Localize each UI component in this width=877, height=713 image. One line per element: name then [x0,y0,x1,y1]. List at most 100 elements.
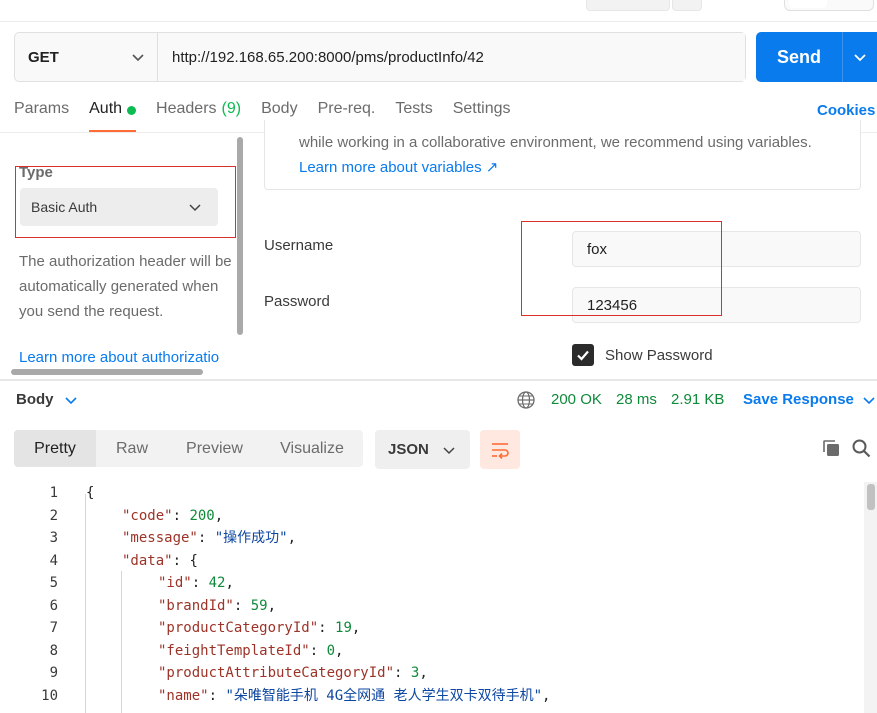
format-value: JSON [388,441,429,458]
code-line: 9 "productAttributeCategoryId": 3, [0,662,860,684]
json-value: { [189,552,198,569]
learn-more-authorization-link[interactable]: Learn more about authorizatio [19,349,234,366]
wrap-lines-button[interactable] [480,430,520,469]
json-value: 200 [189,507,215,524]
info-message: while working in a collaborative environ… [299,134,812,151]
window-top-strip [0,0,877,22]
json-value: 3 [410,665,420,681]
left-panel-vertical-scrollbar[interactable] [237,137,243,335]
tab-headers[interactable]: Headers (9) [156,100,241,128]
code-text: "data": { [122,552,198,569]
tab-auth[interactable]: Auth [89,100,137,132]
editor-scroll-thumb[interactable] [867,484,875,510]
top-toolbar-button[interactable] [586,0,670,11]
view-visualize[interactable]: Visualize [261,430,363,467]
json-key: "name" [158,687,209,704]
code-line: 6 "brandId": 59, [0,595,860,617]
line-number: 3 [49,530,58,546]
globe-icon[interactable] [516,390,536,410]
active-indicator-dot [127,106,137,115]
response-size[interactable]: 2.91 KB [671,391,724,408]
tab-label: Auth [89,100,123,117]
json-key: "productCategoryId" [158,620,319,636]
cookies-link[interactable]: Cookies [817,102,875,119]
chevron-down-icon [854,54,866,62]
view-raw[interactable]: Raw [96,430,168,467]
editor-scrollbar[interactable] [864,482,877,713]
show-password-checkbox[interactable] [572,344,594,366]
username-label: Username [264,237,334,254]
response-view-tabs: Pretty Raw Preview Visualize [14,430,363,467]
response-code-editor[interactable]: 1{2 "code": 200, 3 "message": "操作成功", 4 "data… [0,482,877,713]
code-text: "feightTemplateId": 0, [158,642,344,659]
line-number: 8 [49,642,58,659]
send-label: Send [776,46,821,67]
tab-label: Params [14,100,70,117]
code-text: "brandId": 59, [158,597,277,614]
line-number: 6 [49,597,58,614]
json-key: "id" [158,575,192,591]
top-toggle[interactable] [784,0,874,11]
tab-label: Settings [452,100,511,117]
save-response-label: Save Response [743,391,854,408]
view-preview[interactable]: Preview [168,430,261,467]
indent-guide [121,571,122,713]
panel-resize-handle[interactable] [0,379,877,381]
info-text: while working in a collaborative environ… [299,130,839,180]
response-time[interactable]: 28 ms [616,391,657,408]
annotation-box-type [15,166,236,238]
search-icon[interactable] [851,438,871,458]
line-number: 4 [49,552,58,569]
top-toolbar-button[interactable] [672,0,702,11]
copy-icon[interactable] [821,438,841,458]
tab-params[interactable]: Params [14,100,69,128]
chevron-down-icon [863,396,875,404]
method-select[interactable]: GET [15,33,158,81]
tab-label: Pre-req. [317,100,376,117]
code-line: 4 "data": { [0,550,860,572]
line-number: 10 [41,687,58,704]
wrap-lines-icon [492,442,509,459]
json-key: "productAttributeCategoryId" [158,665,395,681]
json-value: 59 [250,597,268,614]
headers-count: (9) [221,100,242,117]
show-password-label[interactable]: Show Password [605,347,713,364]
line-number: 5 [49,575,58,591]
code-text: "name": "朵唯智能手机 4G全网通 老人学生双卡双待手机", [158,687,551,704]
code-line: 7 "productCategoryId": 19, [0,617,860,639]
format-select[interactable]: JSON [375,430,470,469]
save-response-button[interactable]: Save Response [743,391,876,408]
json-key: "feightTemplateId" [158,642,310,659]
annotation-box-credentials [521,221,722,316]
code-line: 5 "id": 42, [0,572,860,594]
chevron-down-icon [132,54,144,62]
url-input[interactable]: http://192.168.65.200:8000/pms/productIn… [158,33,745,81]
code-text: "code": 200, [122,507,224,524]
json-value: 0 [326,642,336,659]
status-code[interactable]: 200 OK [551,391,602,408]
json-key: "message" [122,530,198,546]
line-number: 2 [49,507,58,524]
send-options-button[interactable] [843,50,877,64]
code-line: 3 "message": "操作成功", [0,527,860,549]
code-line: 8 "feightTemplateId": 0, [0,640,860,662]
learn-more-variables-link[interactable]: Learn more about variables ↗ [299,159,498,176]
tab-label: Tests [395,100,433,117]
request-bar: GET http://192.168.65.200:8000/pms/produ… [14,32,746,82]
view-pretty[interactable]: Pretty [14,430,96,467]
check-icon [577,350,589,361]
tab-label: Headers [156,100,217,117]
response-body-select[interactable]: Body [16,391,78,408]
indent-guide [85,494,86,713]
password-label: Password [264,293,330,310]
code-line: 2 "code": 200, [0,505,860,527]
send-button[interactable]: Send [756,32,877,82]
auth-description: The authorization header will be automat… [19,253,232,320]
json-key: "data" [122,552,173,569]
code-text: { [86,485,95,501]
json-key: "code" [122,507,173,524]
chevron-down-icon [443,446,455,454]
code-text: "id": 42, [158,575,234,591]
code-text: "message": "操作成功", [122,530,297,546]
left-panel-horizontal-scrollbar[interactable] [11,369,203,375]
